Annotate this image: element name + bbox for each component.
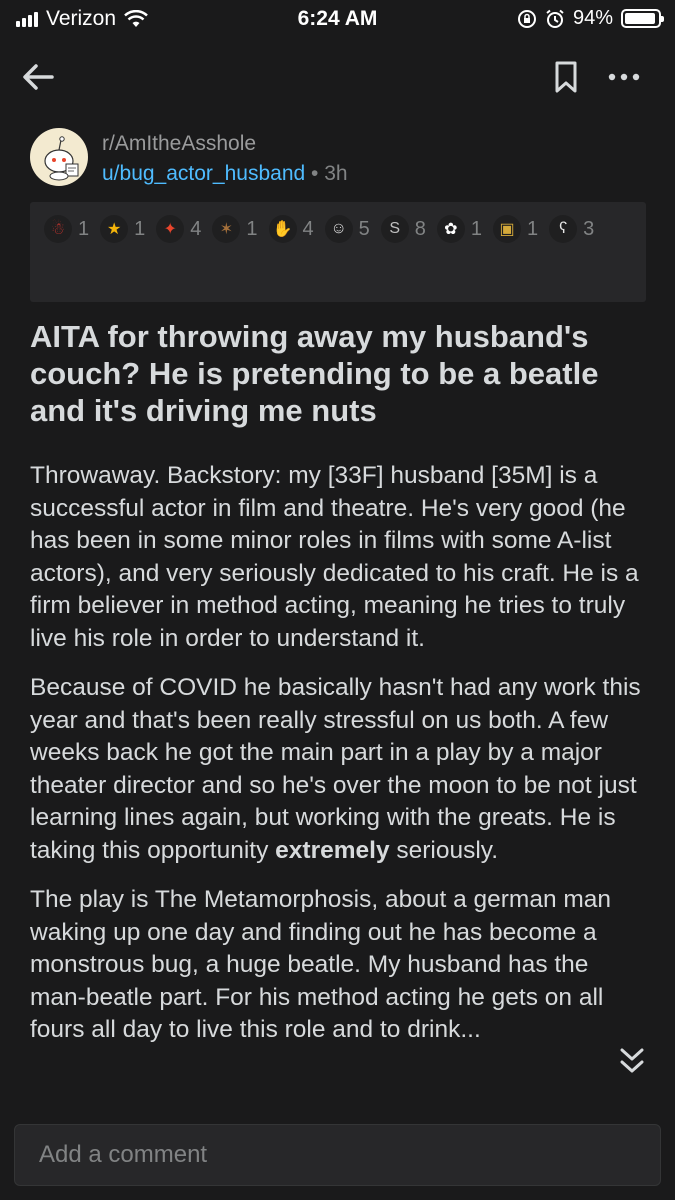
post-header: r/AmItheAsshole u/bug_actor_husband • 3h bbox=[30, 128, 650, 190]
award-item[interactable]: ▣ 1 bbox=[493, 214, 538, 244]
double-chevron-down-icon[interactable] bbox=[610, 1042, 654, 1082]
award-count: 1 bbox=[470, 217, 482, 240]
top-nav-bar bbox=[0, 45, 675, 105]
battery-percent: 94% bbox=[572, 7, 613, 29]
award-count: 1 bbox=[134, 217, 146, 240]
award-item[interactable]: ✦ 4 bbox=[156, 214, 201, 244]
award-count: 4 bbox=[190, 217, 202, 240]
award-item[interactable]: ✿ 1 bbox=[436, 214, 482, 244]
comment-input[interactable]: Add a comment bbox=[14, 1124, 661, 1186]
battery-fill bbox=[625, 13, 656, 24]
author-link[interactable]: u/bug_actor_husband bbox=[102, 162, 305, 185]
post-title: AITA for throwing away my husband's couc… bbox=[30, 319, 599, 428]
post-paragraph: Because of COVID he basically hasn't had… bbox=[30, 672, 650, 867]
comment-bar: Add a comment bbox=[0, 1104, 675, 1200]
award-item[interactable]: ✋ 4 bbox=[268, 214, 314, 244]
facepalm-award-icon: ☺ bbox=[324, 215, 353, 243]
award-count: 4 bbox=[302, 217, 314, 240]
post-meta: u/bug_actor_husband • 3h bbox=[102, 162, 348, 186]
wholesome-award-icon: ✿ bbox=[436, 215, 465, 243]
post-paragraph: The play is The Metamorphosis, about a g… bbox=[30, 886, 612, 1043]
award-item[interactable]: ✶ 1 bbox=[212, 214, 258, 244]
post-text: seriously. bbox=[389, 836, 499, 864]
alarm-icon bbox=[546, 9, 564, 28]
post-body: Throwaway. Backstory: my [33F] husband [… bbox=[30, 460, 650, 1064]
status-bar: Verizon 6:24 AM 94% bbox=[0, 0, 675, 38]
award-item[interactable]: ★ 1 bbox=[100, 214, 145, 244]
silver-award-icon: S bbox=[380, 215, 409, 243]
award-count: 1 bbox=[527, 217, 539, 240]
award-item[interactable]: ʕ3 bbox=[549, 214, 594, 244]
bear-award-icon: ʕ bbox=[549, 215, 578, 243]
post-paragraph: Throwaway. Backstory: my [33F] husband [… bbox=[30, 462, 639, 652]
subreddit-name[interactable]: r/AmItheAsshole bbox=[102, 132, 256, 156]
meta-separator: • bbox=[311, 162, 319, 185]
award-count: 3 bbox=[583, 217, 595, 240]
award-count: 5 bbox=[358, 217, 370, 240]
award-item[interactable]: S8 bbox=[380, 214, 426, 244]
award-item[interactable]: ☺ 5 bbox=[324, 214, 370, 244]
santa-award-icon: ☃ bbox=[44, 215, 72, 243]
awards-bar[interactable]: ☃ 1 ★ 1 ✦ 4 ✶ 1 ✋ 4 ☺ 5 S 8 ✿ 1 ▣ 1 ʕ 3 bbox=[30, 202, 646, 302]
award-count: 8 bbox=[414, 217, 426, 240]
bookmark-icon[interactable] bbox=[550, 59, 582, 95]
snoo-avatar-icon bbox=[44, 136, 79, 181]
comment-placeholder: Add a comment bbox=[39, 1141, 208, 1168]
framed-award-icon: ▣ bbox=[493, 215, 521, 243]
more-options-icon[interactable] bbox=[604, 59, 644, 95]
handshake-award-icon: ✋ bbox=[268, 215, 297, 243]
rotation-lock-icon bbox=[517, 9, 536, 28]
award-count: 1 bbox=[78, 217, 90, 240]
reindeer-award-icon: ✶ bbox=[212, 215, 241, 243]
status-right: 94% bbox=[517, 7, 664, 30]
emphasized-text: extremely bbox=[275, 836, 390, 864]
battery-icon bbox=[621, 9, 664, 28]
gold-award-icon: ★ bbox=[100, 215, 129, 243]
post-age: 3h bbox=[324, 162, 348, 185]
back-arrow-icon[interactable] bbox=[18, 57, 58, 97]
award-count: 1 bbox=[246, 217, 258, 240]
post-text: Because of COVID he basically hasn't had… bbox=[30, 674, 641, 864]
subreddit-avatar[interactable] bbox=[30, 128, 88, 186]
rocket-award-icon: ✦ bbox=[156, 215, 185, 243]
award-item[interactable]: ☃ 1 bbox=[44, 214, 89, 244]
